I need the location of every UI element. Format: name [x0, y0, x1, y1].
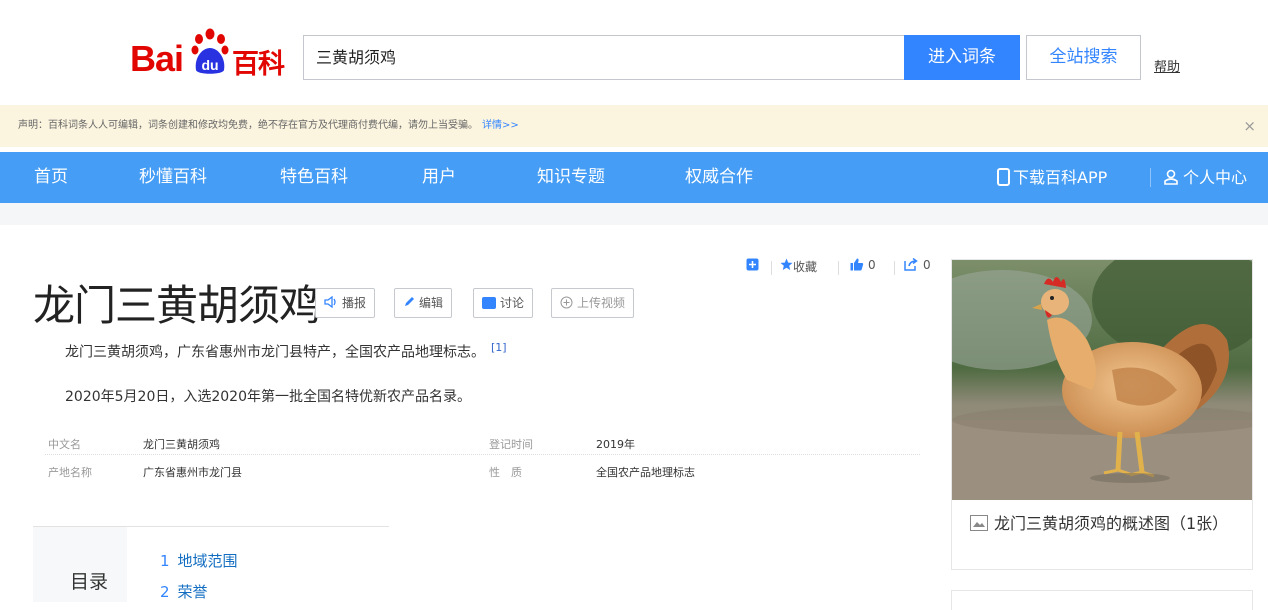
info-value: 2019年 — [596, 438, 635, 451]
action-divider — [894, 261, 895, 275]
top-header: Bai du 百科 三黄胡须鸡 进入词条 全站搜索 帮助 — [0, 0, 1268, 105]
logo-text-baike: 百科 — [232, 49, 285, 80]
section-divider — [0, 203, 1268, 225]
like-button[interactable]: 0 — [850, 258, 876, 272]
share-button[interactable]: 0 — [904, 257, 931, 272]
paw-logo-icon: du — [191, 28, 229, 74]
notice-bar: 声明：百科词条人人可编辑，词条创建和修改均免费，绝不存在官方及代理商付费代编，请… — [0, 105, 1268, 147]
basic-info-row: 产地名称 广东省惠州市龙门县 性 质 全国农产品地理标志 — [45, 462, 920, 483]
upload-video-button[interactable]: 上传视频 — [551, 288, 635, 318]
chicken-photo[interactable] — [952, 260, 1252, 500]
help-link[interactable]: 帮助 — [1154, 56, 1180, 75]
image-caption-text: 龙门三黄胡须鸡的概述图（1张） — [994, 514, 1229, 533]
info-key: 产地名称 — [48, 466, 92, 479]
catalog-item-label: 地域范围 — [177, 552, 238, 570]
catalog-title: 目录 — [70, 571, 109, 593]
search-input[interactable]: 三黄胡须鸡 — [303, 35, 904, 80]
share-icon — [904, 257, 918, 271]
star-icon — [780, 258, 793, 270]
catalog-item-label: 荣誉 — [177, 583, 208, 601]
logo-text-du: du — [201, 57, 218, 73]
baidu-baike-logo[interactable]: Bai du 百科 — [130, 28, 290, 80]
speaker-icon — [324, 289, 338, 317]
nav-item-home[interactable]: 首页 — [34, 152, 68, 203]
summary-paragraph: 龙门三黄胡须鸡，广东省惠州市龙门县特产，全国农产品地理标志。 [1] — [65, 341, 507, 362]
action-divider — [771, 261, 772, 275]
side-panel-card — [951, 590, 1253, 610]
main-nav: 首页 秒懂百科 特色百科 用户 知识专题 权威合作 下载百科APP 个人中心 — [0, 152, 1268, 203]
image-caption[interactable]: 龙门三黄胡须鸡的概述图（1张） — [970, 512, 1240, 536]
pencil-icon — [403, 289, 415, 317]
plus-circle-icon — [560, 289, 573, 317]
site-search-button[interactable]: 全站搜索 — [1026, 35, 1141, 80]
nav-item-miaodong[interactable]: 秒懂百科 — [139, 152, 207, 203]
summary-image-card[interactable]: 龙门三黄胡须鸡的概述图（1张） — [951, 259, 1253, 570]
basic-info-row: 中文名 龙门三黄胡须鸡 登记时间 2019年 — [45, 434, 920, 455]
info-value: 全国农产品地理标志 — [596, 466, 695, 479]
info-value: 龙门三黄胡须鸡 — [143, 438, 220, 451]
enter-entry-button[interactable]: 进入词条 — [904, 35, 1020, 80]
catalog-item-number: 2 — [160, 583, 170, 601]
thumbs-up-icon — [850, 258, 864, 271]
image-icon — [970, 515, 988, 531]
nav-item-topics[interactable]: 知识专题 — [537, 152, 605, 203]
catalog-item-number: 1 — [160, 552, 170, 570]
info-key: 性 质 — [489, 466, 522, 479]
info-value: 广东省惠州市龙门县 — [143, 466, 242, 479]
nav-divider — [1150, 168, 1151, 187]
logo-text-bai: Bai — [130, 38, 184, 79]
catalog-item[interactable]: 2 荣誉 — [160, 581, 208, 602]
nav-item-featured[interactable]: 特色百科 — [280, 152, 348, 203]
info-key: 中文名 — [48, 438, 81, 451]
broadcast-button[interactable]: 播报 — [315, 288, 376, 318]
reference-link[interactable]: [1] — [491, 341, 507, 354]
action-divider — [838, 261, 839, 275]
like-count: 0 — [868, 258, 876, 272]
edit-label: 编辑 — [419, 296, 444, 310]
summary-paragraph: 2020年5月20日，入选2020年第一批全国名特优新农产品名录。 — [65, 386, 471, 406]
nav-item-users[interactable]: 用户 — [422, 152, 456, 203]
summary-text: 2020年5月20日，入选2020年第一批全国名特优新农产品名录。 — [65, 389, 471, 405]
phone-icon — [997, 168, 1010, 186]
page-title: 龙门三黄胡须鸡 — [33, 281, 321, 330]
user-center-label: 个人中心 — [1183, 168, 1248, 187]
add-icon[interactable] — [746, 258, 759, 274]
discuss-label: 讨论 — [500, 296, 525, 310]
upload-video-label: 上传视频 — [577, 296, 626, 310]
info-key: 登记时间 — [489, 438, 533, 451]
nav-item-cooperation[interactable]: 权威合作 — [685, 152, 753, 203]
download-app-link[interactable]: 下载百科APP — [997, 152, 1107, 203]
broadcast-label: 播报 — [342, 296, 367, 310]
notice-more-link[interactable]: 详情>> — [482, 120, 519, 131]
download-app-label: 下载百科APP — [1013, 168, 1108, 187]
catalog-item[interactable]: 1 地域范围 — [160, 550, 238, 571]
close-icon[interactable]: × — [1243, 105, 1256, 147]
comment-icon — [482, 297, 496, 309]
share-count: 0 — [923, 258, 931, 272]
edit-button[interactable]: 编辑 — [394, 288, 453, 318]
person-icon — [1164, 169, 1178, 185]
summary-text: 龙门三黄胡须鸡，广东省惠州市龙门县特产，全国农产品地理标志。 — [65, 344, 485, 361]
notice-text: 声明：百科词条人人可编辑，词条创建和修改均免费，绝不存在官方及代理商付费代编，请… — [18, 120, 478, 131]
user-center-link[interactable]: 个人中心 — [1164, 152, 1247, 203]
collect-button[interactable]: 收藏 — [780, 258, 817, 274]
collect-label: 收藏 — [793, 260, 818, 274]
discuss-button[interactable]: 讨论 — [473, 288, 534, 318]
